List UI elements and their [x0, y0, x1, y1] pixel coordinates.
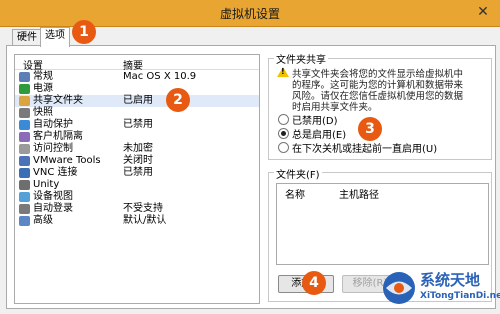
watermark-cn: 系统天地 — [420, 271, 481, 289]
settings-row-name: 共享文件夹 — [33, 95, 83, 106]
folders-title: 文件夹(F) — [274, 166, 322, 181]
settings-row-name: VNC 连接 — [33, 167, 78, 178]
settings-row-2[interactable]: 共享文件夹 已启用 — [15, 95, 259, 107]
tab-hardware[interactable]: 硬件 — [12, 29, 42, 46]
warning-icon — [277, 67, 289, 77]
settings-row-4[interactable]: 自动保护 已禁用 — [15, 119, 259, 131]
column-summary: 摘要 — [123, 61, 143, 72]
column-name: 名称 — [285, 190, 305, 201]
settings-row-6[interactable]: 访问控制 未加密 — [15, 143, 259, 155]
settings-row-9[interactable]: Unity — [15, 179, 259, 191]
settings-row-name: 常规 — [33, 71, 53, 82]
radio-disabled[interactable] — [278, 114, 289, 125]
radio-always-enabled[interactable] — [278, 128, 289, 139]
radio-disabled-label[interactable]: 已禁用(D) — [292, 112, 338, 127]
settings-row-name: 自动登录 — [33, 203, 73, 214]
settings-row-summary: 已启用 — [123, 95, 153, 106]
device-view-icon — [19, 192, 30, 202]
settings-row-name: 自动保护 — [33, 119, 73, 130]
column-setting: 设置 — [23, 61, 43, 72]
radio-until-shutdown-label[interactable]: 在下次关机或挂起前一直启用(U) — [292, 140, 437, 155]
warning-text-line: 时启用共享文件夹。 — [292, 102, 378, 113]
settings-row-11[interactable]: 自动登录 不受支持 — [15, 203, 259, 215]
autoprotect-icon — [19, 120, 30, 130]
folders-table[interactable]: 名称 主机路径 — [276, 183, 489, 265]
watermark-logo: 系统天地 XiTongTianDi.net — [380, 266, 500, 310]
settings-row-10[interactable]: 设备视图 — [15, 191, 259, 203]
settings-row-3[interactable]: 快照 — [15, 107, 259, 119]
radio-always-enabled-label[interactable]: 总是启用(E) — [292, 126, 346, 141]
settings-row-name: 设备视图 — [33, 191, 73, 202]
settings-row-summary: 已禁用 — [123, 119, 153, 130]
settings-row-summary: 已禁用 — [123, 167, 153, 178]
shared-folder-icon — [19, 96, 30, 106]
access-control-icon — [19, 144, 30, 154]
close-icon[interactable]: ✕ — [474, 3, 492, 21]
callout-4: 4 — [302, 271, 326, 295]
settings-row-5[interactable]: 客户机隔离 — [15, 131, 259, 143]
settings-row-summary: 不受支持 — [123, 203, 163, 214]
guest-isolation-icon — [19, 132, 30, 142]
tab-options[interactable]: 选项 — [40, 27, 70, 47]
settings-row-name: 访问控制 — [33, 143, 73, 154]
settings-list: 设置 摘要 常规 Mac OS X 10.9 电源 共享文件夹 已启用 快照 自动保护 已禁用… — [14, 54, 260, 304]
column-host-path: 主机路径 — [339, 190, 379, 201]
settings-row-summary: 未加密 — [123, 143, 153, 154]
vnc-icon — [19, 168, 30, 178]
settings-row-name: 高级 — [33, 215, 53, 226]
radio-until-shutdown[interactable] — [278, 142, 289, 153]
settings-row-name: 客户机隔离 — [33, 131, 83, 142]
autologin-icon — [19, 204, 30, 214]
settings-row-name: Unity — [33, 179, 60, 190]
vmware-tools-icon — [19, 156, 30, 166]
settings-row-name: VMware Tools — [33, 155, 101, 166]
settings-row-summary: 默认/默认 — [123, 215, 167, 226]
unity-icon — [19, 180, 30, 190]
callout-3: 3 — [358, 117, 382, 141]
general-icon — [19, 72, 30, 82]
globe-logo-icon — [383, 272, 415, 304]
settings-row-name: 电源 — [33, 83, 53, 94]
power-icon — [19, 84, 30, 94]
snapshot-icon — [19, 108, 30, 118]
settings-row-summary: 关闭时 — [123, 155, 153, 166]
advanced-icon — [19, 216, 30, 226]
settings-row-1[interactable]: 电源 — [15, 83, 259, 95]
settings-row-name: 快照 — [33, 107, 53, 118]
settings-list-header: 设置 摘要 — [15, 55, 259, 72]
window-title: 虚拟机设置 — [219, 7, 280, 21]
settings-row-12[interactable]: 高级 默认/默认 — [15, 215, 259, 227]
folder-sharing-title: 文件夹共享 — [274, 51, 328, 66]
callout-2: 2 — [166, 88, 190, 112]
settings-row-7[interactable]: VMware Tools 关闭时 — [15, 155, 259, 167]
settings-row-0[interactable]: 常规 Mac OS X 10.9 — [15, 71, 259, 83]
callout-1: 1 — [72, 20, 96, 44]
settings-row-8[interactable]: VNC 连接 已禁用 — [15, 167, 259, 179]
settings-row-summary: Mac OS X 10.9 — [123, 71, 197, 82]
watermark-en: XiTongTianDi.net — [420, 291, 500, 301]
